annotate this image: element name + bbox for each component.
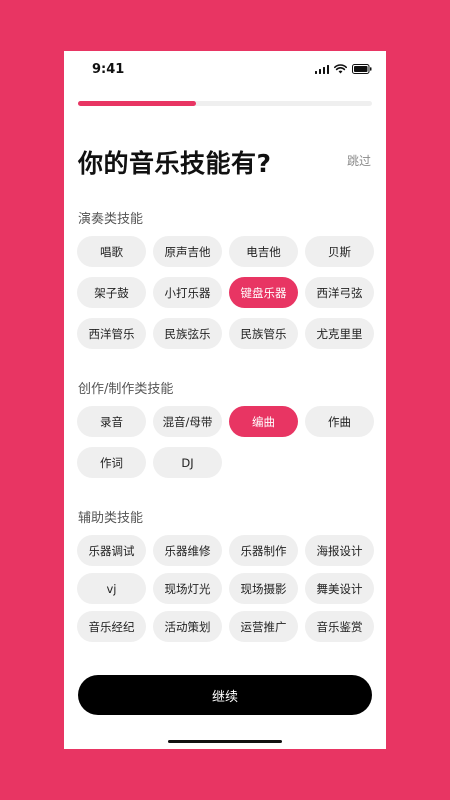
section-label-performance: 演奏类技能 (78, 212, 144, 227)
skill-chip[interactable]: 作曲 (305, 406, 374, 437)
skill-chip[interactable]: 乐器调试 (77, 535, 146, 566)
skill-chip[interactable]: 运营推广 (229, 611, 298, 642)
skill-chip[interactable]: 音乐鉴赏 (305, 611, 374, 642)
skill-chip[interactable]: 贝斯 (305, 236, 374, 267)
skill-chip[interactable]: 尤克里里 (305, 318, 374, 349)
skill-chip[interactable]: 乐器维修 (153, 535, 222, 566)
skip-button[interactable]: 跳过 (347, 152, 371, 169)
skill-chip[interactable]: 录音 (77, 406, 146, 437)
battery-icon (352, 64, 372, 74)
section-label-creation: 创作/制作类技能 (78, 382, 174, 397)
skill-chip[interactable]: 编曲 (229, 406, 298, 437)
skill-chip[interactable]: 小打乐器 (153, 277, 222, 308)
skill-chip[interactable]: vj (77, 573, 146, 604)
skill-chip[interactable]: 作词 (77, 447, 146, 478)
skill-chip[interactable]: 活动策划 (153, 611, 222, 642)
home-indicator (168, 740, 282, 743)
chip-grid-creation: 录音 混音/母带 编曲 作曲作词 DJ (77, 406, 374, 478)
wifi-icon (334, 64, 347, 74)
skill-chip[interactable]: 民族弦乐 (153, 318, 222, 349)
progress-fill (78, 101, 196, 106)
skill-chip[interactable]: 西洋弓弦 (305, 277, 374, 308)
page-title: 你的音乐技能有? (78, 149, 272, 178)
skill-chip[interactable]: 海报设计 (305, 535, 374, 566)
skill-chip[interactable]: 键盘乐器 (229, 277, 298, 308)
chip-grid-auxiliary: 乐器调试 乐器维修 乐器制作 海报设计 vj 现场灯光 现场摄影 舞美设计音乐经纪 活动策划 运营… (77, 535, 374, 642)
skill-chip[interactable]: 现场灯光 (153, 573, 222, 604)
section-label-auxiliary: 辅助类技能 (78, 511, 144, 526)
skill-chip[interactable]: 音乐经纪 (77, 611, 146, 642)
cellular-signal-icon (314, 64, 329, 74)
skill-chip[interactable]: 西洋管乐 (77, 318, 146, 349)
skill-chip[interactable]: 舞美设计 (305, 573, 374, 604)
phone-screen: 9:41 你的音乐技能有? 跳过 演奏类技能 唱歌 原声吉他 电吉他 贝斯 架子… (64, 51, 386, 749)
skill-chip[interactable]: 架子鼓 (77, 277, 146, 308)
status-icons (314, 64, 373, 74)
skill-chip[interactable]: 电吉他 (229, 236, 298, 267)
chip-grid-performance: 唱歌 原声吉他 电吉他 贝斯架子鼓 小打乐器 键盘乐器 西洋弓弦西洋管乐 民族弦乐 民族管乐 尤克… (77, 236, 374, 349)
skill-chip[interactable]: 唱歌 (77, 236, 146, 267)
skill-chip[interactable]: 民族管乐 (229, 318, 298, 349)
status-bar: 9:41 (64, 51, 386, 89)
progress-bar (78, 101, 372, 106)
skill-chip[interactable]: DJ (153, 447, 222, 478)
status-time: 9:41 (92, 62, 125, 77)
skill-chip[interactable]: 乐器制作 (229, 535, 298, 566)
skill-chip[interactable]: 原声吉他 (153, 236, 222, 267)
skill-chip[interactable]: 混音/母带 (153, 406, 222, 437)
skill-chip[interactable]: 现场摄影 (229, 573, 298, 604)
continue-button[interactable]: 继续 (78, 675, 372, 715)
